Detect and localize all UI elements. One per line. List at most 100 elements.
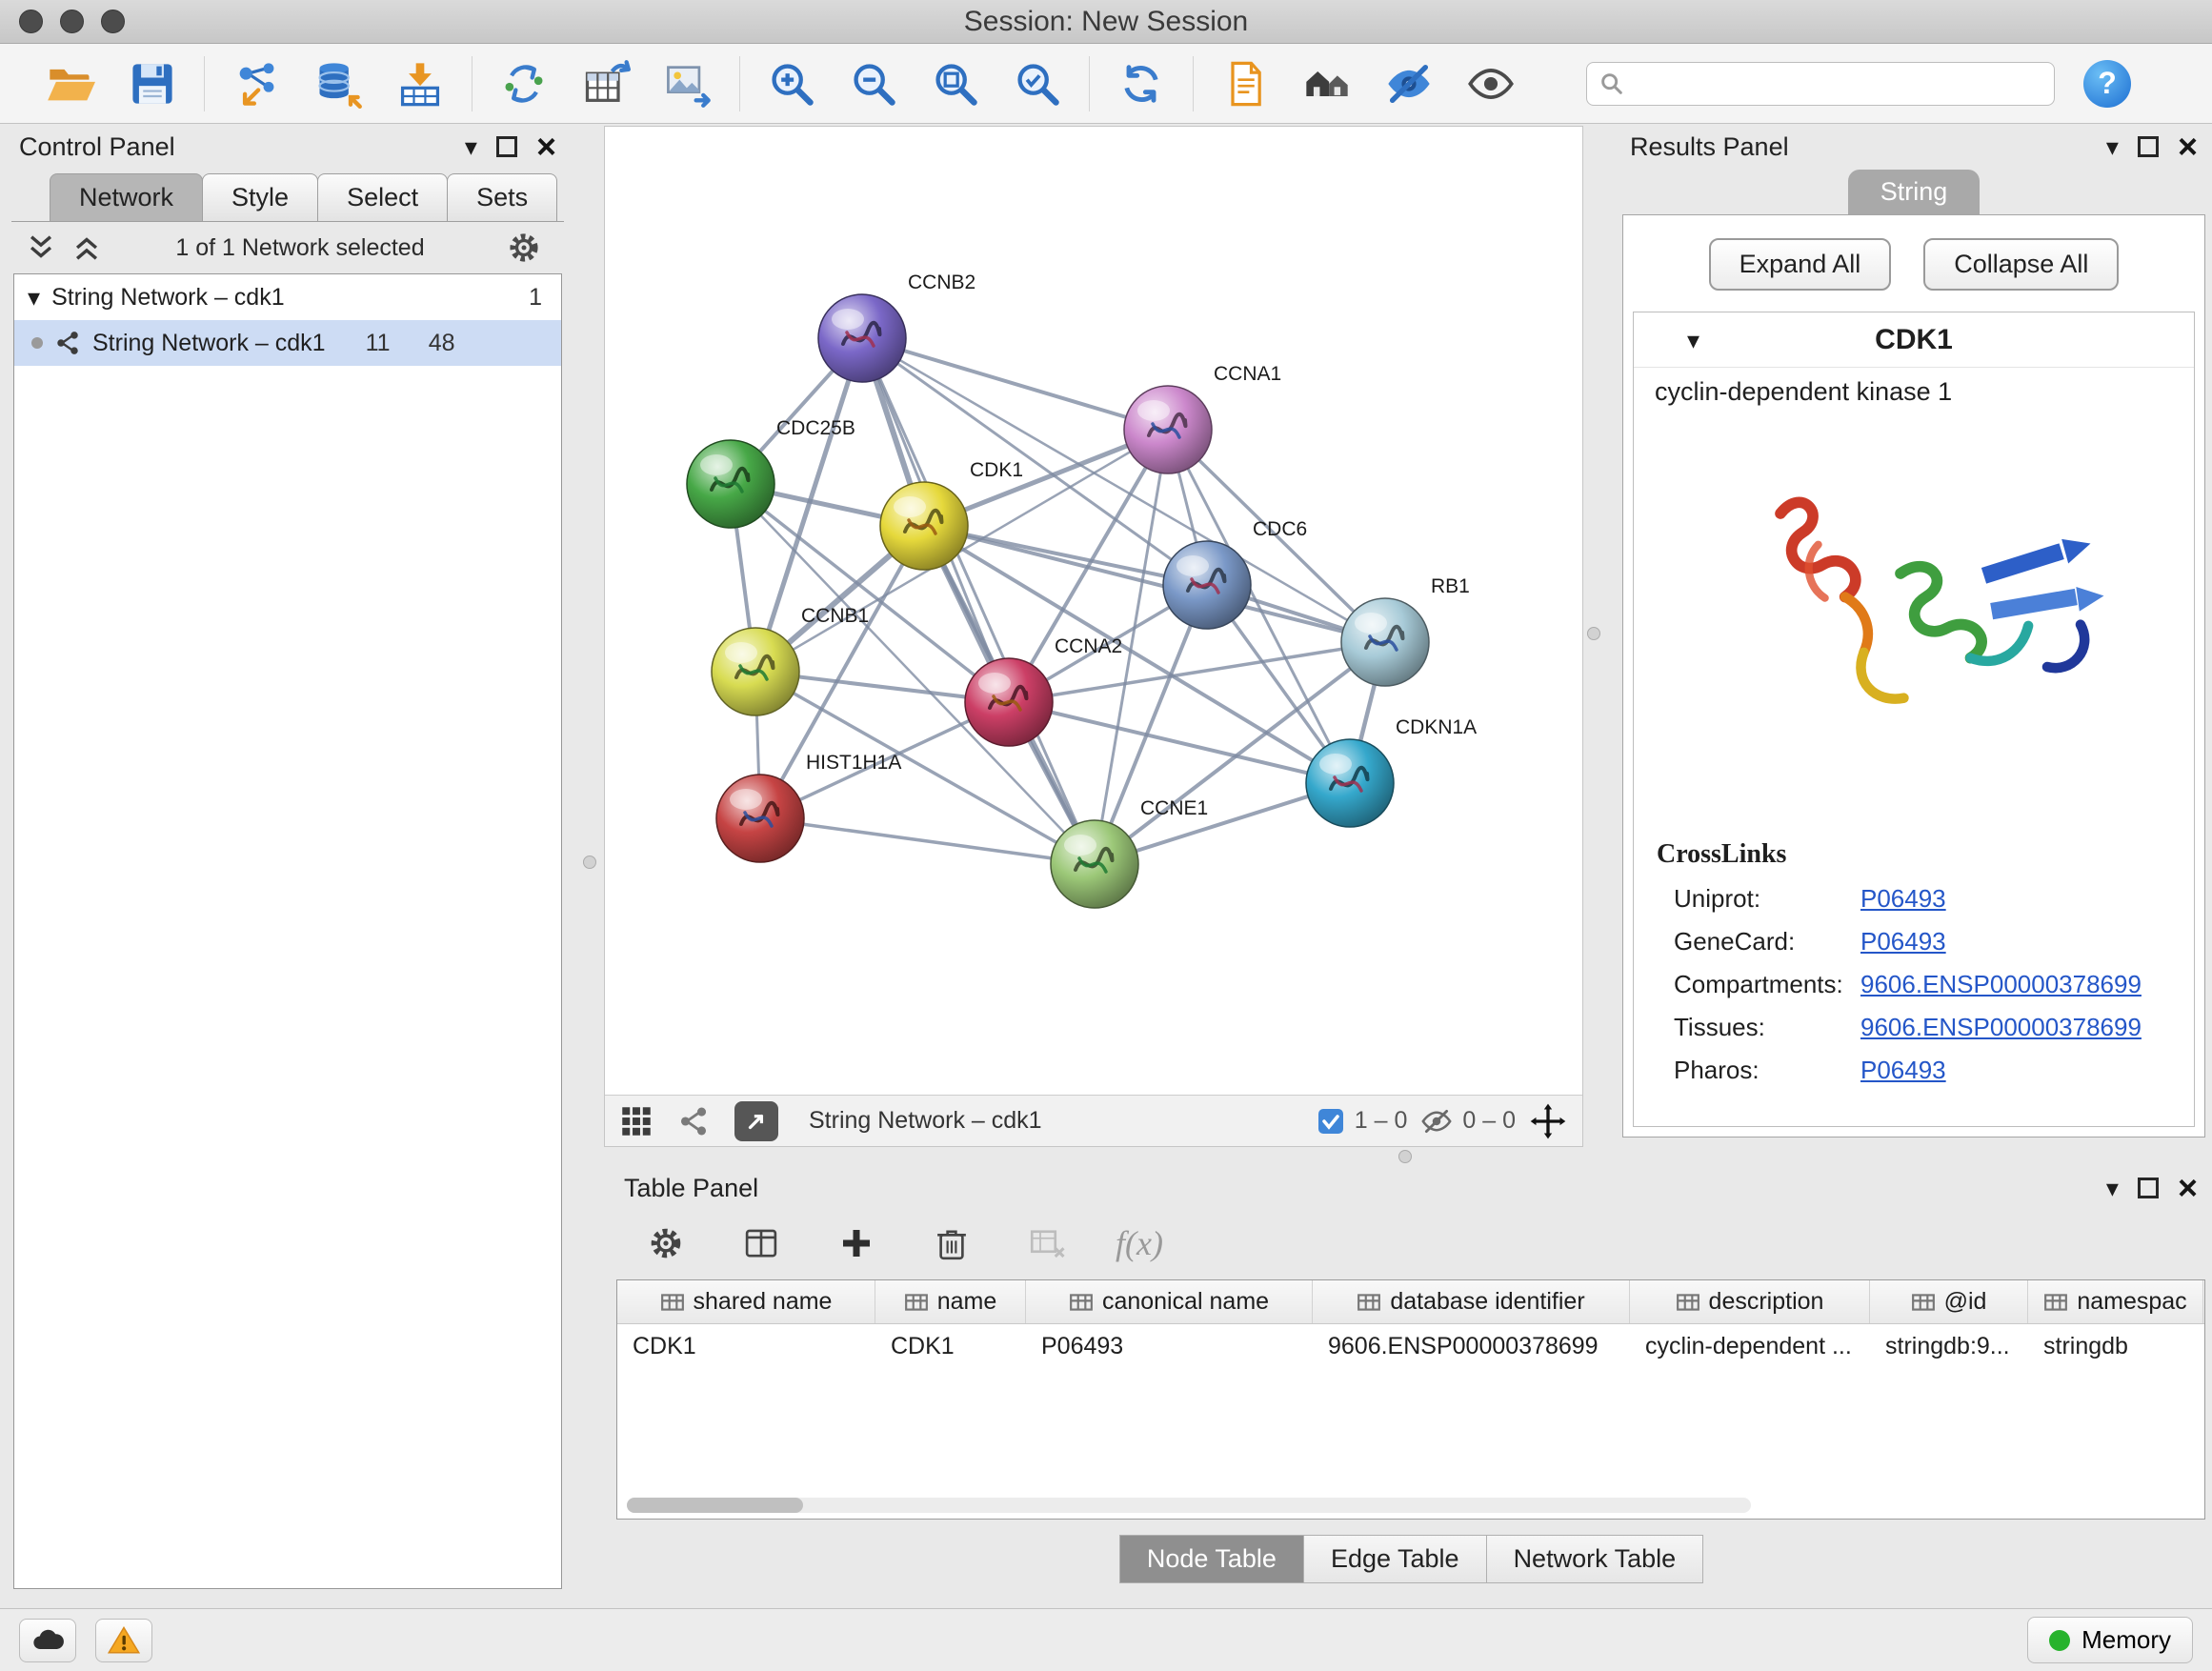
table-row[interactable]: CDK1CDK1P064939606.ENSP00000378699cyclin… xyxy=(617,1324,2204,1368)
zoom-fit-button[interactable] xyxy=(929,57,982,111)
column-header-canonical-name[interactable]: canonical name xyxy=(1026,1280,1313,1323)
expand-all-icon[interactable] xyxy=(70,232,103,264)
zoom-in-button[interactable] xyxy=(765,57,818,111)
help-button[interactable]: ? xyxy=(2083,60,2131,108)
tab-string[interactable]: String xyxy=(1848,170,1981,214)
gene-expand-caret[interactable]: ▾ xyxy=(1687,328,1699,352)
crosslink-row: Pharos:P06493 xyxy=(1634,1049,2194,1092)
network-share-icon xyxy=(54,330,81,356)
scrollbar-thumb[interactable] xyxy=(627,1498,803,1513)
tab-network-table[interactable]: Network Table xyxy=(1486,1535,1704,1583)
network-canvas[interactable]: CCNB2CCNA1CDC25BCDK1CDC6RB1CCNB1CCNA2CDK… xyxy=(605,127,1582,1095)
tab-style[interactable]: Style xyxy=(202,173,318,221)
annotation-button[interactable] xyxy=(1218,57,1272,111)
network-node-RB1[interactable]: RB1 xyxy=(1341,575,1470,686)
splitter-handle[interactable] xyxy=(1587,627,1600,640)
crosslink-value-link[interactable]: 9606.ENSP00000378699 xyxy=(1860,1013,2142,1042)
network-overview-icon[interactable] xyxy=(677,1105,710,1137)
warnings-button[interactable] xyxy=(95,1619,152,1662)
splitter-handle[interactable] xyxy=(583,856,596,869)
column-header-database-identifier[interactable]: database identifier xyxy=(1313,1280,1630,1323)
maximize-panel-button[interactable] xyxy=(496,136,517,157)
tab-sets[interactable]: Sets xyxy=(447,173,557,221)
network-edge[interactable] xyxy=(862,338,1095,864)
network-node-CCNE1[interactable]: CCNE1 xyxy=(1051,797,1208,908)
network-node-CCNB1[interactable]: CCNB1 xyxy=(712,605,869,715)
close-panel-button[interactable]: × xyxy=(2178,130,2198,164)
show-columns-button[interactable] xyxy=(734,1217,788,1270)
string-home-button[interactable] xyxy=(1300,57,1354,111)
expand-all-button[interactable]: Expand All xyxy=(1709,238,1892,291)
close-panel-button[interactable]: × xyxy=(2178,1171,2198,1205)
collapse-all-icon[interactable] xyxy=(25,232,57,264)
network-node-CCNA1[interactable]: CCNA1 xyxy=(1124,363,1281,473)
float-panel-button[interactable]: ▾ xyxy=(465,134,477,159)
pan-move-icon[interactable] xyxy=(1529,1102,1567,1140)
window-minimize-button[interactable] xyxy=(60,10,84,33)
maximize-panel-button[interactable] xyxy=(2138,1178,2159,1198)
float-panel-button[interactable]: ▾ xyxy=(2106,1176,2119,1200)
import-network-file-button[interactable] xyxy=(230,57,283,111)
show-all-button[interactable] xyxy=(1464,57,1518,111)
hidden-eye-slash-icon[interactable] xyxy=(1420,1105,1453,1137)
table-options-button[interactable] xyxy=(639,1217,693,1270)
crosslink-value-link[interactable]: P06493 xyxy=(1860,884,1946,914)
table-panel-title: Table Panel xyxy=(624,1174,758,1203)
window-close-button[interactable] xyxy=(19,10,43,33)
network-node-CDC6[interactable]: CDC6 xyxy=(1163,518,1307,629)
grid-mode-icon[interactable] xyxy=(620,1105,653,1137)
search-input[interactable] xyxy=(1635,69,2042,98)
collapse-all-button[interactable]: Collapse All xyxy=(1923,238,2119,291)
network-options-button[interactable] xyxy=(497,221,551,274)
column-header-name[interactable]: name xyxy=(875,1280,1026,1323)
zoom-selected-button[interactable] xyxy=(1011,57,1064,111)
crosslink-value-link[interactable]: P06493 xyxy=(1860,927,1946,956)
network-collection-row[interactable]: ▾ String Network – cdk1 1 xyxy=(14,274,561,320)
crosslink-value-link[interactable]: P06493 xyxy=(1860,1056,1946,1085)
column-header-description[interactable]: description xyxy=(1630,1280,1870,1323)
close-panel-button[interactable]: × xyxy=(536,130,556,164)
network-node-CDKN1A[interactable]: CDKN1A xyxy=(1306,716,1477,827)
save-session-button[interactable] xyxy=(126,57,179,111)
network-edge[interactable] xyxy=(760,818,1095,864)
cloud-button[interactable] xyxy=(19,1619,76,1662)
tab-edge-table[interactable]: Edge Table xyxy=(1303,1535,1487,1583)
network-row[interactable]: String Network – cdk1 11 48 xyxy=(14,320,561,366)
tab-network[interactable]: Network xyxy=(50,173,203,221)
float-panel-button[interactable]: ▾ xyxy=(2106,134,2119,159)
export-table-button[interactable] xyxy=(579,57,633,111)
collection-expand-caret[interactable]: ▾ xyxy=(28,285,40,310)
horizontal-scrollbar[interactable] xyxy=(627,1498,1751,1513)
selected-checkbox-icon[interactable] xyxy=(1317,1107,1345,1136)
delete-column-button[interactable] xyxy=(925,1217,978,1270)
tab-select[interactable]: Select xyxy=(317,173,448,221)
function-builder-button[interactable]: f(x) xyxy=(1116,1217,1163,1270)
network-node-CDC25B[interactable]: CDC25B xyxy=(687,417,855,528)
network-node-HIST1H1A[interactable]: HIST1H1A xyxy=(716,752,901,862)
create-column-button[interactable] xyxy=(830,1217,883,1270)
new-network-from-selection-button[interactable] xyxy=(497,57,551,111)
refresh-layout-button[interactable] xyxy=(1115,57,1168,111)
memory-button[interactable]: Memory xyxy=(2027,1617,2193,1663)
window-zoom-button[interactable] xyxy=(101,10,125,33)
crosslink-value-link[interactable]: 9606.ENSP00000378699 xyxy=(1860,970,2142,999)
network-edge[interactable] xyxy=(862,338,1168,430)
export-image-button[interactable] xyxy=(661,57,714,111)
network-node-CDK1[interactable]: CDK1 xyxy=(880,459,1023,570)
column-header-shared-name[interactable]: shared name xyxy=(617,1280,875,1323)
search-box[interactable] xyxy=(1586,62,2055,106)
splitter-handle[interactable] xyxy=(1398,1150,1412,1163)
column-header--id[interactable]: @id xyxy=(1870,1280,2028,1323)
birdseye-view-button[interactable] xyxy=(734,1101,778,1141)
network-edge[interactable] xyxy=(924,526,1385,642)
hide-selected-button[interactable] xyxy=(1382,57,1436,111)
zoom-out-button[interactable] xyxy=(847,57,900,111)
import-network-database-button[interactable] xyxy=(312,57,365,111)
delete-table-button[interactable] xyxy=(1020,1217,1074,1270)
open-session-button[interactable] xyxy=(44,57,97,111)
import-table-button[interactable] xyxy=(393,57,447,111)
tab-node-table[interactable]: Node Table xyxy=(1119,1535,1304,1583)
column-header-namespac[interactable]: namespac xyxy=(2028,1280,2203,1323)
crosslink-label: GeneCard: xyxy=(1674,927,1860,956)
maximize-panel-button[interactable] xyxy=(2138,136,2159,157)
